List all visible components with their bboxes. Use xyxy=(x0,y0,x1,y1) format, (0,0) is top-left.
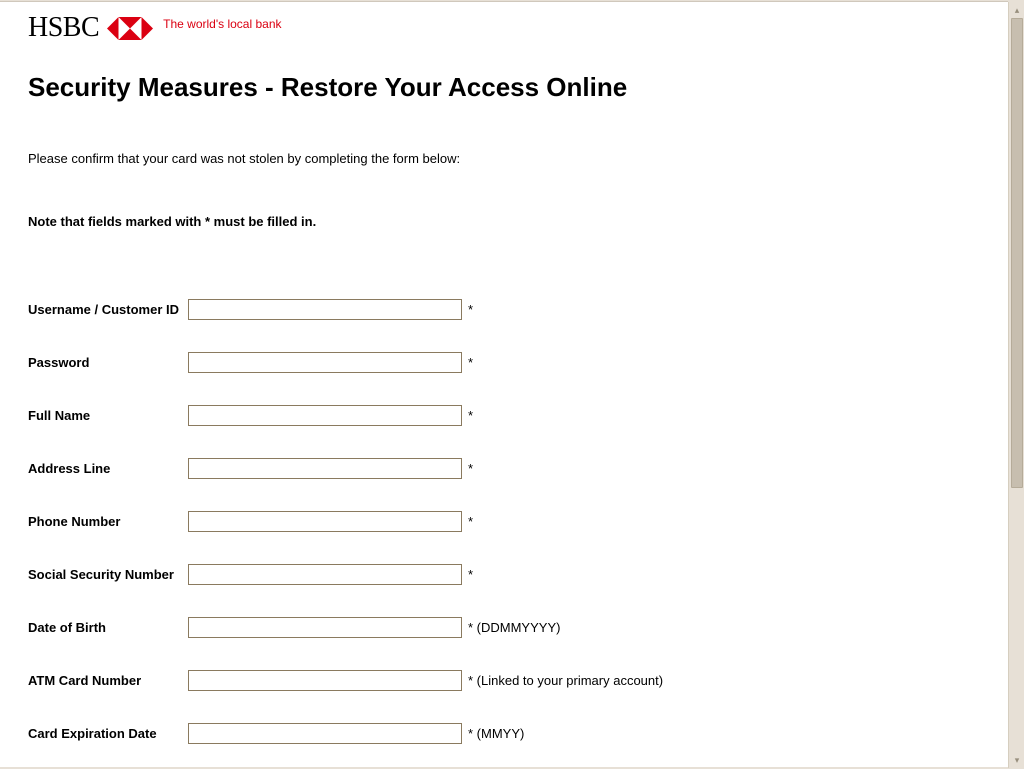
hint-ssn: * xyxy=(468,567,473,582)
scroll-up-icon[interactable]: ▴ xyxy=(1009,2,1024,18)
label-expiry: Card Expiration Date xyxy=(28,726,188,741)
input-fullname[interactable] xyxy=(188,405,462,426)
label-atm: ATM Card Number xyxy=(28,673,188,688)
page-container: HSBC The world's local bank Security Mea… xyxy=(0,1,1008,767)
label-ssn: Social Security Number xyxy=(28,567,188,582)
form-row-password: Password * xyxy=(28,352,980,373)
label-password: Password xyxy=(28,355,188,370)
input-username[interactable] xyxy=(188,299,462,320)
hint-address: * xyxy=(468,461,473,476)
main-content: Security Measures - Restore Your Access … xyxy=(0,44,1008,744)
form-row-username: Username / Customer ID * xyxy=(28,299,980,320)
scroll-down-icon[interactable]: ▾ xyxy=(1009,752,1024,768)
form-row-ssn: Social Security Number * xyxy=(28,564,980,585)
label-address: Address Line xyxy=(28,461,188,476)
label-username: Username / Customer ID xyxy=(28,302,188,317)
hsbc-logo-icon xyxy=(107,17,153,40)
form-row-expiry: Card Expiration Date * (MMYY) xyxy=(28,723,980,744)
hint-username: * xyxy=(468,302,473,317)
hint-phone: * xyxy=(468,514,473,529)
hint-atm: * (Linked to your primary account) xyxy=(468,673,663,688)
page-title: Security Measures - Restore Your Access … xyxy=(28,72,980,103)
label-phone: Phone Number xyxy=(28,514,188,529)
intro-text: Please confirm that your card was not st… xyxy=(28,151,980,166)
input-address[interactable] xyxy=(188,458,462,479)
input-dob[interactable] xyxy=(188,617,462,638)
input-password[interactable] xyxy=(188,352,462,373)
input-phone[interactable] xyxy=(188,511,462,532)
input-ssn[interactable] xyxy=(188,564,462,585)
hint-expiry: * (MMYY) xyxy=(468,726,524,741)
hint-dob: * (DDMMYYYY) xyxy=(468,620,560,635)
form-row-phone: Phone Number * xyxy=(28,511,980,532)
header: HSBC The world's local bank xyxy=(0,2,1008,44)
form-row-atm: ATM Card Number * (Linked to your primar… xyxy=(28,670,980,691)
scroll-thumb[interactable] xyxy=(1011,18,1023,488)
hint-password: * xyxy=(468,355,473,370)
label-dob: Date of Birth xyxy=(28,620,188,635)
tagline: The world's local bank xyxy=(163,17,281,31)
hint-fullname: * xyxy=(468,408,473,423)
input-expiry[interactable] xyxy=(188,723,462,744)
required-note: Note that fields marked with * must be f… xyxy=(28,214,980,229)
label-fullname: Full Name xyxy=(28,408,188,423)
form-row-address: Address Line * xyxy=(28,458,980,479)
form-row-fullname: Full Name * xyxy=(28,405,980,426)
scrollbar[interactable]: ▴ ▾ xyxy=(1008,2,1024,768)
form: Username / Customer ID * Password * Full… xyxy=(28,299,980,744)
input-atm[interactable] xyxy=(188,670,462,691)
logo-text: HSBC xyxy=(28,12,99,44)
form-row-dob: Date of Birth * (DDMMYYYY) xyxy=(28,617,980,638)
